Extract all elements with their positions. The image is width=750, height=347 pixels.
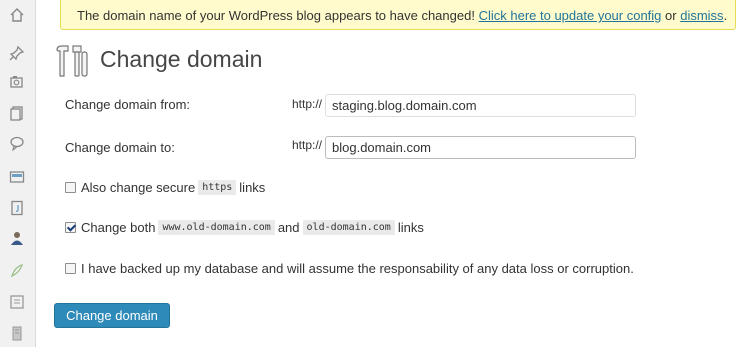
settings-icon[interactable] <box>8 293 26 311</box>
www-option-mid: and <box>277 220 300 235</box>
update-config-link[interactable]: Click here to update your config <box>479 8 662 23</box>
dismiss-link[interactable]: dismiss <box>680 8 723 23</box>
notice-or-text: or <box>665 8 677 23</box>
https-code: https <box>198 180 237 195</box>
https-checkbox[interactable] <box>65 182 76 193</box>
backup-checkbox[interactable] <box>65 263 76 274</box>
page-title: Change domain <box>100 46 263 72</box>
option-https-row[interactable]: Also change secure https links <box>65 180 265 195</box>
from-domain-input[interactable] <box>325 94 636 117</box>
posts-pin-icon[interactable] <box>8 44 26 62</box>
https-option-post: links <box>239 180 266 195</box>
notice-period: . <box>723 8 728 23</box>
to-prefix: http:// <box>292 138 323 152</box>
old-domain-code: old-domain.com <box>302 220 395 235</box>
to-label: Change domain to: <box>65 140 175 155</box>
www-checkbox[interactable] <box>65 222 76 233</box>
admin-sidebar <box>0 0 36 347</box>
change-domain-button[interactable]: Change domain <box>54 303 170 328</box>
option-www-row[interactable]: Change both www.old-domain.com and old-d… <box>65 220 424 235</box>
www-domain-code: www.old-domain.com <box>158 220 275 235</box>
https-option-pre: Also change secure <box>81 180 196 195</box>
www-option-pre: Change both <box>81 220 156 235</box>
pages-icon[interactable] <box>8 104 26 122</box>
from-prefix: http:// <box>292 97 323 111</box>
tools-icon[interactable] <box>8 262 26 280</box>
appearance-icon[interactable] <box>8 168 26 186</box>
from-label: Change domain from: <box>65 97 191 112</box>
notice-text: The domain name of your WordPress blog a… <box>77 8 475 23</box>
www-option-post: links <box>397 220 424 235</box>
plugins-icon[interactable] <box>8 199 26 217</box>
tools-icon <box>54 44 90 78</box>
backup-option-label: I have backed up my database and will as… <box>81 261 634 276</box>
domain-changed-notice: The domain name of your WordPress blog a… <box>60 0 736 30</box>
users-icon[interactable] <box>8 229 26 247</box>
to-domain-input[interactable] <box>325 136 636 159</box>
option-backup-row[interactable]: I have backed up my database and will as… <box>65 261 634 276</box>
comments-icon[interactable] <box>8 134 26 152</box>
building-icon[interactable] <box>8 324 26 342</box>
dashboard-icon[interactable] <box>8 6 26 24</box>
media-icon[interactable] <box>8 73 26 91</box>
